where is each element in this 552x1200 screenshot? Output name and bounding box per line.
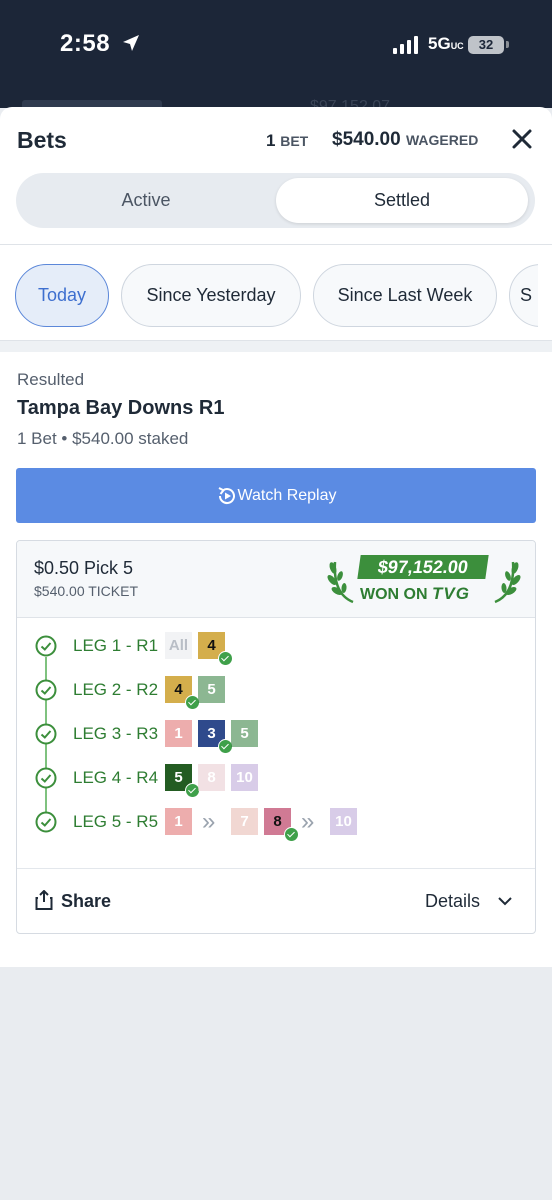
close-icon[interactable] (510, 127, 534, 151)
race-status: Resulted (17, 370, 85, 389)
battery-icon: 32 (468, 36, 504, 54)
leg-row: LEG 4 - R4 5 8 10 (17, 763, 535, 798)
leg-check-icon (35, 635, 57, 657)
winning-selection: 3 (198, 720, 233, 754)
race-title: Tampa Bay Downs R1 (17, 397, 225, 419)
selection: 7 (231, 808, 258, 835)
range-chevron-icon: » (301, 808, 315, 835)
date-filter-row: Today Since Yesterday Since Last Week S (0, 264, 538, 328)
share-label: Share (61, 891, 112, 911)
tab-settled[interactable]: Settled (276, 178, 528, 223)
selection-number: 10 (335, 813, 352, 830)
tab-active[interactable]: Active (22, 178, 270, 223)
selection: 10 (330, 808, 357, 835)
laurel-right-icon (494, 561, 521, 604)
leg-check-icon (35, 811, 57, 833)
selection-number: 7 (240, 813, 249, 830)
leg-check-icon (35, 679, 57, 701)
selection: 5 (198, 676, 225, 703)
selection-number: 8 (273, 813, 282, 830)
sheet-title: Bets (17, 127, 67, 153)
bet-type: $0.50 Pick 5 (34, 558, 134, 578)
bets-sheet: Bets 1 BET $540.00 WAGERED Active Settle… (0, 107, 552, 967)
filter-more[interactable]: S (509, 264, 538, 327)
wagered-amount: $540.00 WAGERED (332, 129, 479, 150)
leg-row: LEG 2 - R2 4 5 (17, 675, 535, 710)
leg-label: LEG 5 - R5 (73, 812, 159, 831)
network-indicator: 5GUC (428, 34, 464, 53)
selection-number: 4 (207, 637, 216, 654)
details-label: Details (425, 891, 481, 911)
selection: 1 (165, 720, 192, 747)
leg-label: LEG 2 - R2 (73, 680, 159, 699)
leg-label: LEG 3 - R3 (73, 724, 159, 743)
selection: All (165, 632, 192, 659)
card-divider (17, 868, 535, 869)
winning-selection: 4 (165, 676, 200, 710)
selection-number: 5 (174, 769, 183, 786)
selection-number: 1 (174, 813, 183, 830)
laurel-left-icon (327, 561, 354, 604)
divider (0, 244, 552, 245)
winnings-badge: $97,152.00 (357, 555, 489, 579)
filter-today[interactable]: Today (15, 264, 109, 327)
status-time: 2:58 (60, 30, 111, 57)
replay-icon (218, 486, 235, 504)
details-toggle[interactable]: Details (425, 891, 513, 912)
section-divider (0, 340, 552, 352)
leg-check-icon (35, 767, 57, 789)
share-icon (35, 890, 53, 910)
filter-since-last-week[interactable]: Since Last Week (313, 264, 497, 327)
leg-check-icon (35, 723, 57, 745)
ticket-amount: $540.00 TICKET (34, 583, 139, 599)
selection-number: All (168, 637, 189, 654)
selection-number: 5 (240, 725, 249, 742)
tvg-logo: TVG (432, 584, 470, 603)
leg-label: LEG 4 - R4 (73, 768, 159, 787)
bet-card: $0.50 Pick 5 $540.00 TICKET $97,152.00 W… (16, 540, 536, 934)
selection-number: 8 (207, 769, 216, 786)
leg-label: LEG 1 - R1 (73, 636, 159, 655)
range-chevron-icon: » (202, 808, 216, 835)
selection: 5 (231, 720, 258, 747)
selection-number: 3 (207, 725, 216, 742)
chevron-down-icon (498, 897, 512, 906)
location-arrow-icon (123, 35, 139, 51)
winning-selection: 4 (198, 632, 233, 666)
winning-selection: 5 (165, 764, 200, 798)
battery-tip (506, 41, 509, 48)
status-bar: 2:58 5GUC 32 $97,152.07 (0, 0, 552, 115)
won-on-tvg: WON ON TVG (360, 584, 470, 603)
share-button[interactable]: Share (35, 890, 111, 912)
bet-card-header: $0.50 Pick 5 $540.00 TICKET $97,152.00 W… (17, 541, 535, 618)
filter-since-yesterday[interactable]: Since Yesterday (121, 264, 301, 327)
signal-icon (393, 36, 418, 54)
leg-row: LEG 3 - R3 1 3 5 (17, 719, 535, 754)
selection: 10 (231, 764, 258, 791)
selection: 1 (165, 808, 192, 835)
bet-count: 1 BET (266, 131, 309, 150)
selection: 8 (198, 764, 225, 791)
winner-check-icon (218, 651, 233, 666)
leg-row: LEG 5 - R5 1 » 7 8 » 10 (17, 807, 535, 842)
selection-number: 10 (236, 769, 253, 786)
selection-number: 5 (207, 681, 216, 698)
bets-segmented-control: Active Settled (16, 173, 535, 228)
selection-number: 4 (174, 681, 183, 698)
selection-number: 1 (174, 725, 183, 742)
watch-replay-label: Watch Replay (237, 487, 337, 504)
winner-check-icon (284, 827, 299, 842)
winning-selection: 8 (264, 808, 299, 842)
race-summary: 1 Bet • $540.00 staked (17, 429, 189, 448)
watch-replay-button[interactable]: Watch Replay (16, 468, 536, 523)
leg-row: LEG 1 - R1 All 4 (17, 631, 535, 666)
